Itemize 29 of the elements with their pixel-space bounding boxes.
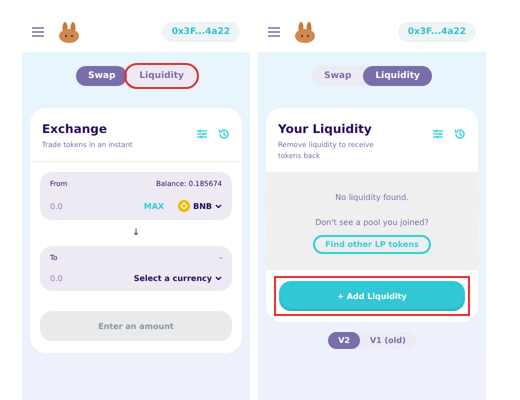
tab[interactable]: Swap <box>312 66 364 86</box>
settings-icon[interactable] <box>196 128 208 140</box>
history-icon[interactable] <box>454 128 466 140</box>
caret-icon <box>215 204 222 209</box>
version-tab[interactable]: V2 <box>328 332 360 350</box>
tab[interactable]: Liquidity <box>363 66 432 86</box>
token-selector[interactable]: BNB <box>178 200 222 212</box>
bunny-logo-icon[interactable] <box>58 21 80 43</box>
card-title: Your Liquidity <box>278 122 373 136</box>
wallet-address[interactable]: 0x3F...4a22 <box>162 22 240 42</box>
wallet-address[interactable]: 0x3F...4a22 <box>398 22 476 42</box>
menu-icon[interactable] <box>32 27 44 37</box>
amount-input[interactable]: 0.0 <box>50 274 128 284</box>
currency-selector[interactable]: Select a currency <box>134 274 222 284</box>
tab[interactable]: Liquidity <box>127 66 196 86</box>
history-icon[interactable] <box>218 128 230 140</box>
swap-arrow[interactable]: ↓ <box>132 228 140 238</box>
empty-message: No liquidity found. <box>335 193 409 202</box>
amount-input[interactable]: 0.0 <box>50 202 138 211</box>
card-title: Exchange <box>42 122 108 136</box>
caret-icon <box>215 276 222 282</box>
settings-icon[interactable] <box>432 128 444 140</box>
bunny-logo-icon[interactable] <box>294 21 316 43</box>
version-tab[interactable]: V1 (old) <box>360 332 416 350</box>
add-liquidity-button[interactable]: + Add Liquidity <box>279 281 465 312</box>
tab[interactable]: Swap <box>76 66 128 86</box>
menu-icon[interactable] <box>268 27 280 37</box>
coin-icon <box>178 200 190 212</box>
pool-question: Don't see a pool you joined? <box>315 218 429 228</box>
